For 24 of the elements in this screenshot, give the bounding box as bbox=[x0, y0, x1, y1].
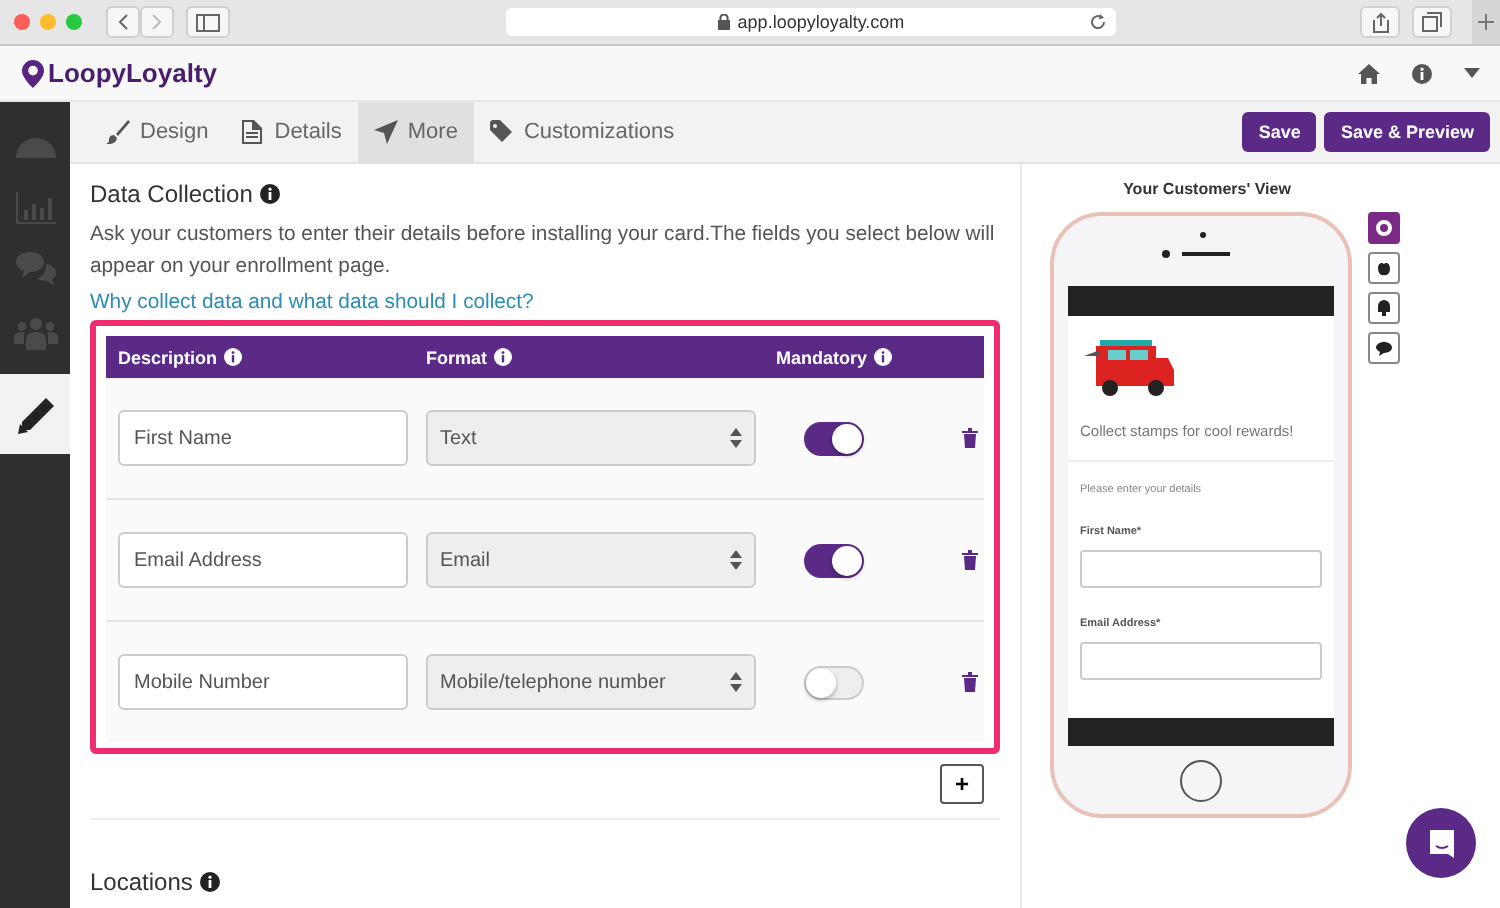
tab[interactable]: Customizations bbox=[473, 102, 691, 162]
help-link[interactable]: Why collect data and what data should I collect? bbox=[90, 292, 1000, 314]
address-bar[interactable]: app.loopyloyalty.com bbox=[506, 8, 1116, 36]
section-title: Locations bbox=[90, 868, 193, 896]
tab[interactable]: Design bbox=[90, 102, 225, 162]
description-text: Ask your customers to enter their details before installing your card.The fields you select below will appear on your enrollment page. bbox=[90, 222, 997, 282]
save-button[interactable]: Save bbox=[1242, 112, 1317, 152]
description-field[interactable]: First Name bbox=[118, 410, 408, 466]
format-select[interactable]: Mobile/telephone number bbox=[426, 654, 756, 710]
save-and-preview-button[interactable]: Save & Preview bbox=[1324, 112, 1490, 152]
logo-text[interactable]: LoopyLoyalty bbox=[48, 58, 218, 88]
column-header: Description bbox=[118, 347, 218, 367]
format-select[interactable]: Text bbox=[426, 410, 756, 466]
description-field[interactable]: Mobile Number bbox=[118, 654, 408, 710]
section-title: Data Collection bbox=[90, 180, 253, 208]
tab[interactable]: Details bbox=[224, 102, 358, 162]
preview-title: Your Customers' View bbox=[1121, 180, 1293, 198]
column-header: Mandatory bbox=[776, 347, 868, 367]
column-header: Format bbox=[426, 347, 488, 367]
url-text: app.loopyloyalty.com bbox=[737, 12, 905, 32]
format-select[interactable]: Email bbox=[426, 532, 756, 588]
description-field[interactable]: Email Address bbox=[118, 532, 408, 588]
tab[interactable]: More bbox=[357, 102, 474, 162]
add-button[interactable]: + bbox=[940, 764, 984, 804]
